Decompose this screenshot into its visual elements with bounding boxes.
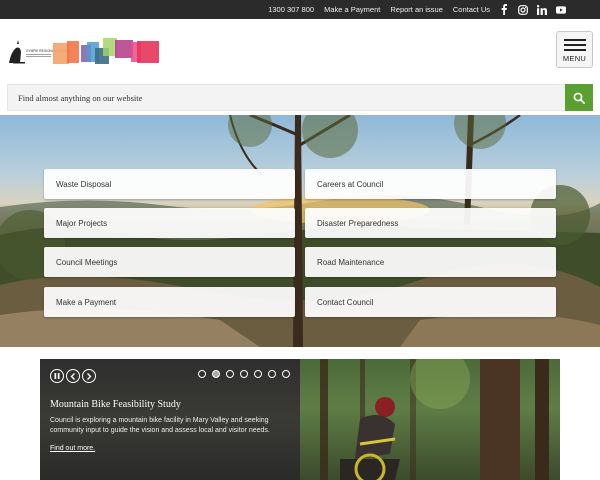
- quick-link-major-projects[interactable]: Major Projects: [44, 208, 295, 238]
- slide-image-mountain-biker: [300, 359, 560, 480]
- hero-banner: Waste Disposal Careers at Council Major …: [0, 115, 600, 347]
- site-header: GYMPIE REGIONAL COUNCIL MENU: [0, 19, 600, 84]
- previous-slide-button[interactable]: [66, 369, 80, 383]
- youtube-icon[interactable]: [556, 5, 566, 15]
- instagram-icon[interactable]: [518, 4, 528, 15]
- pause-icon: [54, 373, 60, 379]
- slide-dot-2[interactable]: [212, 370, 220, 378]
- quick-link-contact-council[interactable]: Contact Council: [305, 287, 556, 317]
- slide-dot-1[interactable]: [198, 370, 206, 378]
- search-input[interactable]: [8, 85, 566, 110]
- phone-link[interactable]: 1300 307 800: [268, 5, 314, 14]
- next-slide-button[interactable]: [82, 369, 96, 383]
- quick-link-road-maintenance[interactable]: Road Maintenance: [305, 247, 556, 277]
- chevron-right-icon: [87, 372, 92, 380]
- linkedin-icon[interactable]: [537, 4, 547, 15]
- quick-link-careers[interactable]: Careers at Council: [305, 169, 556, 199]
- quick-link-make-payment[interactable]: Make a Payment: [44, 287, 295, 317]
- top-links: 1300 307 800 Make a Payment Report an is…: [268, 0, 490, 19]
- facebook-icon[interactable]: [499, 4, 509, 15]
- search-button[interactable]: [565, 84, 593, 111]
- search-bar: [7, 84, 593, 111]
- slide-dot-4[interactable]: [240, 370, 248, 378]
- report-issue-link[interactable]: Report an issue: [390, 5, 443, 14]
- slide-description: Council is exploring a mountain bike fac…: [50, 417, 270, 434]
- menu-label: MENU: [562, 54, 587, 63]
- social-links: [499, 0, 566, 19]
- slide-find-out-more-link[interactable]: Find out more.: [50, 445, 95, 452]
- news-carousel: Mountain Bike Feasibility Study Council …: [40, 359, 560, 480]
- hamburger-icon: [563, 36, 586, 54]
- pause-button[interactable]: [50, 369, 64, 383]
- slide-dot-5[interactable]: [254, 370, 262, 378]
- search-icon: [573, 92, 585, 104]
- top-bar: 1300 307 800 Make a Payment Report an is…: [0, 0, 600, 19]
- slide-dot-7[interactable]: [282, 370, 290, 378]
- menu-button[interactable]: MENU: [556, 31, 593, 68]
- slide-title: Mountain Bike Feasibility Study: [50, 399, 181, 410]
- quick-link-disaster-preparedness[interactable]: Disaster Preparedness: [305, 208, 556, 238]
- slide-dot-6[interactable]: [268, 370, 276, 378]
- chevron-left-icon: [70, 372, 75, 380]
- quick-link-council-meetings[interactable]: Council Meetings: [44, 247, 295, 277]
- slide-caption-panel: Mountain Bike Feasibility Study Council …: [40, 359, 300, 480]
- slide-dot-3[interactable]: [226, 370, 234, 378]
- quick-link-waste-disposal[interactable]: Waste Disposal: [44, 169, 295, 199]
- make-payment-link[interactable]: Make a Payment: [324, 5, 380, 14]
- contact-us-link[interactable]: Contact Us: [453, 5, 490, 14]
- council-logo[interactable]: GYMPIE REGIONAL COUNCIL: [7, 38, 167, 68]
